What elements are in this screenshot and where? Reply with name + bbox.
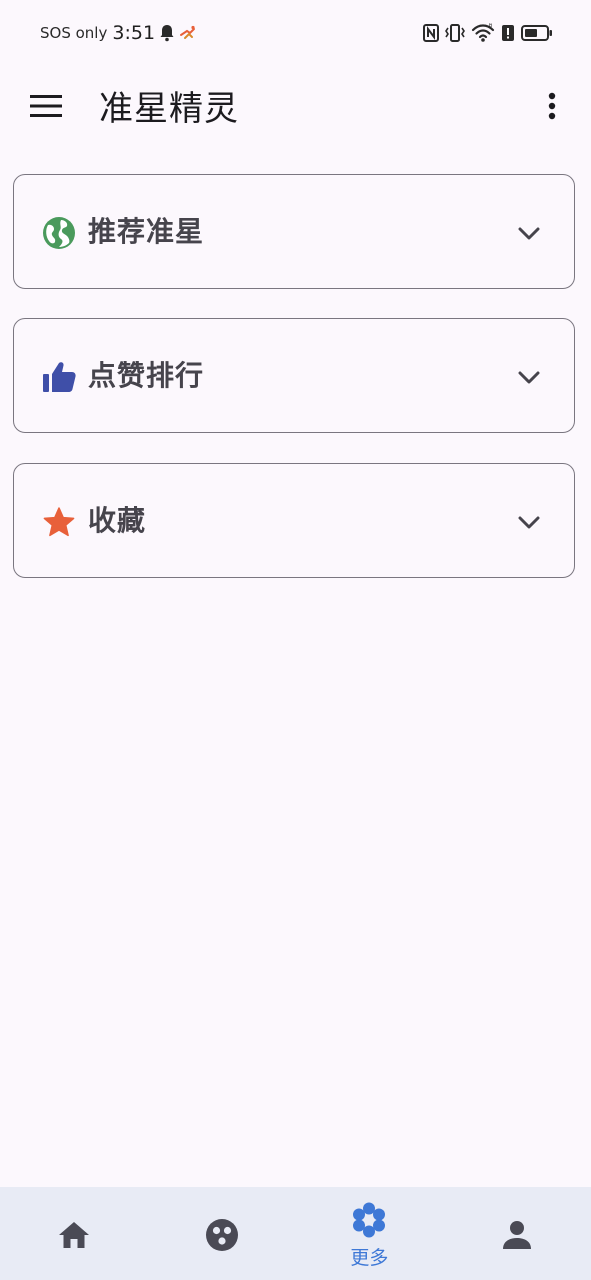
- nav-item-more[interactable]: 更多: [296, 1187, 444, 1280]
- sos-status-text: SOS only: [40, 24, 108, 42]
- star-icon: [41, 504, 77, 540]
- battery-icon: [521, 24, 553, 42]
- globe-icon: [41, 215, 77, 251]
- app-bar: 准星精灵: [0, 66, 591, 152]
- chevron-down-icon[interactable]: [514, 508, 544, 538]
- overflow-menu-button[interactable]: [537, 88, 567, 128]
- section-card-likes-ranking[interactable]: 点赞排行: [13, 318, 575, 433]
- status-right: 6: [423, 21, 553, 45]
- menu-button[interactable]: [26, 88, 66, 128]
- bell-icon: [159, 24, 175, 42]
- section-label: 推荐准星: [88, 215, 205, 248]
- section-label: 收藏: [88, 504, 147, 537]
- hamburger-menu-icon: [30, 94, 62, 122]
- nfc-icon: [423, 24, 439, 42]
- bottom-navigation: 更多: [0, 1187, 591, 1280]
- status-left: SOS only 3:51: [40, 21, 197, 45]
- section-label: 点赞排行: [88, 359, 205, 392]
- wifi-icon: 6: [471, 23, 495, 43]
- page-title: 准星精灵: [99, 89, 239, 129]
- home-icon: [56, 1217, 92, 1253]
- flower-icon: [351, 1202, 387, 1238]
- chevron-down-icon[interactable]: [514, 219, 544, 249]
- circles-icon: [204, 1217, 240, 1253]
- nav-item-home[interactable]: [0, 1187, 148, 1280]
- nav-item-discover[interactable]: [148, 1187, 296, 1280]
- clock-time: 3:51: [112, 22, 156, 44]
- thumb-up-icon: [41, 359, 77, 395]
- nav-label-more: 更多: [350, 1247, 389, 1269]
- runner-icon: [179, 25, 197, 41]
- nav-item-profile[interactable]: [443, 1187, 591, 1280]
- status-bar: SOS only 3:51 6: [0, 0, 591, 66]
- section-card-favorites[interactable]: 收藏: [13, 463, 575, 578]
- vibrate-icon: [445, 24, 465, 42]
- person-icon: [499, 1217, 535, 1253]
- more-vert-icon: [548, 92, 556, 124]
- chevron-down-icon[interactable]: [514, 363, 544, 393]
- section-card-recommended[interactable]: 推荐准星: [13, 174, 575, 289]
- alert-icon: [501, 24, 515, 42]
